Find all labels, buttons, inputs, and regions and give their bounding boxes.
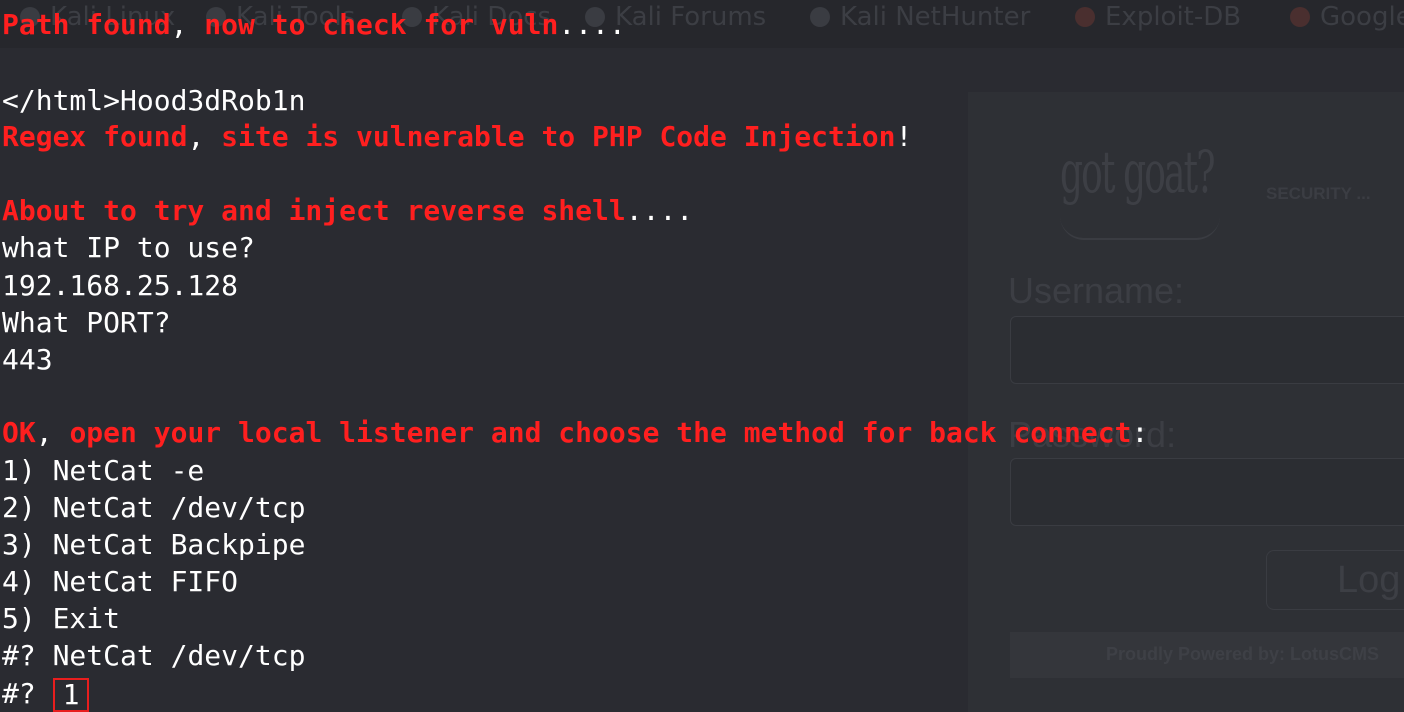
ip-value: 192.168.25.128	[2, 269, 239, 302]
port-value: 443	[2, 343, 53, 376]
menu-option: 2) NetCat /dev/tcp	[2, 491, 306, 524]
line-regex-found: Regex found, site is vulnerable to PHP C…	[2, 120, 913, 153]
line-about-to-inject: About to try and inject reverse shell...…	[2, 194, 694, 227]
line-ok-open-listener: OK, open your local listener and choose …	[2, 416, 1149, 449]
terminal-output: Path found, now to check for vuln.... </…	[0, 0, 1404, 712]
menu-option: 4) NetCat FIFO	[2, 565, 239, 598]
previous-selection-line: #? NetCat /dev/tcp	[2, 637, 305, 674]
prompt-port: What PORT?	[2, 306, 171, 339]
menu-option: 5) Exit	[2, 602, 121, 635]
current-input[interactable]: 1	[52, 678, 90, 712]
screenshot: Kali Linux Kali Tools Kali Docs Kali For…	[0, 0, 1404, 712]
menu-option: 3) NetCat Backpipe	[2, 528, 306, 561]
menu-option: 1) NetCat -e	[2, 454, 205, 487]
line-html-output: </html>Hood3dRob1n	[2, 84, 306, 117]
select-prompt: #?	[2, 639, 36, 672]
select-prompt: #?	[2, 677, 36, 710]
prompt-ip: what IP to use?	[2, 231, 255, 264]
current-input-line: #? 1	[2, 675, 90, 712]
line-path-found: Path found, now to check for vuln....	[2, 8, 626, 41]
previous-selection: NetCat /dev/tcp	[52, 639, 306, 672]
